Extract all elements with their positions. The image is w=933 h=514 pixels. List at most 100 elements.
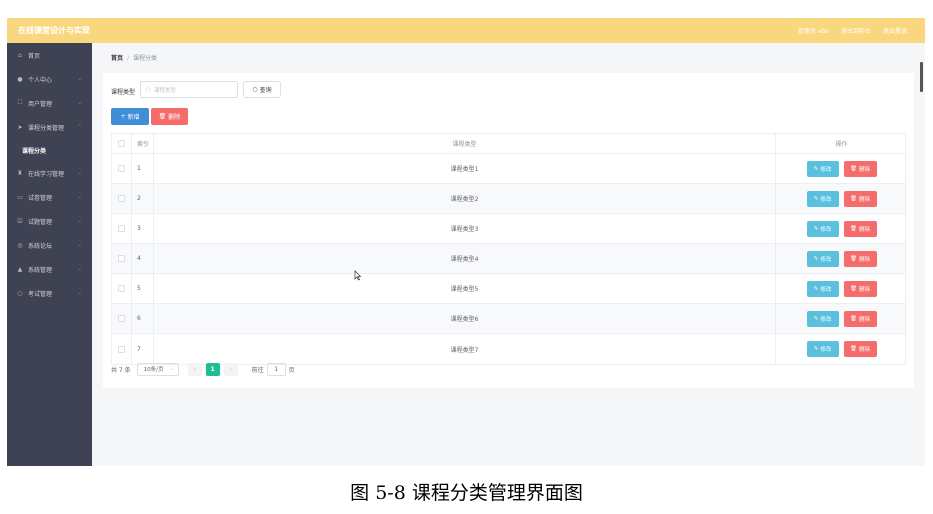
row-type: 课程类型7 [154,334,776,364]
user-icon: ● [17,75,23,83]
row-index: 4 [132,244,154,273]
mouse-cursor-icon [354,270,362,281]
breadcrumb-current: 课程分类 [133,55,158,62]
sidebar-item-papers[interactable]: ▭ 试卷管理 ⌄ [7,188,92,206]
trash-icon: 🗑 [850,346,857,352]
sidebar-item-profile[interactable]: ● 个人中心 ⌄ [7,70,92,88]
delete-button[interactable]: 🗑 删除 [843,160,877,177]
exit-system-link[interactable]: 退出到前台 [841,26,871,35]
current-user: 管理员 abo [797,28,829,35]
batch-delete-button[interactable]: 🗑 删除 [151,108,188,125]
edit-button[interactable]: ✎ 修改 [806,220,839,237]
forum-icon: ◎ [17,241,23,249]
add-button-label: 新增 [127,114,140,121]
edit-button[interactable]: ✎ 修改 [806,250,839,267]
sidebar-item-forum[interactable]: ◎ 系统论坛 ⌄ [7,236,92,254]
sidebar-item-online-learning[interactable]: ♜ 在线学习管理 ⌄ [7,164,92,182]
table-row: 7 课程类型7 ✎ 修改 🗑 删除 [112,334,905,364]
search-placeholder: 课程类型 [153,87,176,94]
search-input[interactable]: ○ 课程类型 [140,81,238,98]
edit-icon: ✎ [813,346,819,352]
row-checkbox[interactable] [118,315,125,322]
row-index: 6 [132,304,154,333]
row-checkbox[interactable] [118,255,125,262]
trash-icon: 🗑 [850,195,857,202]
row-index: 1 [132,154,154,183]
plus-icon: + [120,113,126,120]
edit-button[interactable]: ✎ 修改 [806,310,839,327]
table-row: 4 课程类型4 ✎ 修改 🗑 删除 [112,244,905,274]
search-icon: ○ [146,86,151,93]
row-index: 5 [132,274,154,303]
search-icon: ○ [252,86,258,93]
row-checkbox[interactable] [118,345,125,353]
delete-button[interactable]: 🗑 删除 [843,190,877,207]
row-index: 7 [132,334,154,364]
header-index: 索引 [132,134,154,153]
table-row: 2 课程类型2 ✎ 修改 🗑 删除 [112,184,905,214]
pagination: 共 7 条 10条/页 ⌄ ‹ 1 › 前往 1 页 [111,362,295,376]
chevron-up-icon: ⌃ [77,124,82,130]
sidebar-item-system[interactable]: ▲ 系统管理 ⌄ [7,260,92,278]
prev-page-button[interactable]: ‹ [187,362,202,376]
logout-link[interactable]: 退出登录 [883,26,907,35]
row-checkbox[interactable] [118,195,125,202]
app-title: 在线课堂设计与实现 [18,26,90,35]
edit-button[interactable]: ✎ 修改 [806,341,839,357]
edit-icon: ✎ [813,225,819,232]
header-type: 课程类型 [154,134,776,153]
row-checkbox[interactable] [118,225,125,232]
edit-icon: ✎ [813,315,819,322]
row-type: 课程类型5 [154,274,776,303]
row-checkbox[interactable] [118,285,125,292]
chevron-down-icon: ⌄ [77,218,82,224]
select-all-checkbox[interactable] [118,140,125,147]
main-content: 首页 / 课程分类 课程类型 ○ 课程类型 ○ 查询 + 新增 🗑 删除 索引 … [92,43,925,466]
edit-button[interactable]: ✎ 修改 [806,280,839,297]
trash-icon: 🗑 [850,315,857,322]
table-row: 5 课程类型5 ✎ 修改 🗑 删除 [112,274,905,304]
breadcrumb-separator: / [127,55,130,62]
send-icon: ➤ [17,123,23,131]
content-panel: 课程类型 ○ 课程类型 ○ 查询 + 新增 🗑 删除 索引 课程类型 操作 1 … [103,73,914,388]
scrollbar[interactable] [920,62,923,92]
edit-button[interactable]: ✎ 修改 [806,160,839,177]
delete-button[interactable]: 🗑 删除 [843,250,877,267]
sidebar-item-course-category-management[interactable]: ➤ 课程分类管理 ⌃ [7,118,92,136]
chevron-down-icon: ⌄ [77,100,82,106]
search-button[interactable]: ○ 查询 [243,81,281,98]
breadcrumb-home[interactable]: 首页 [111,55,123,62]
page-size-select[interactable]: 10条/页 ⌄ [136,362,179,376]
sidebar-item-course-category[interactable]: 课程分类 [7,141,92,159]
delete-button[interactable]: 🗑 删除 [843,220,877,237]
delete-button[interactable]: 🗑 删除 [843,310,877,327]
row-index: 3 [132,214,154,243]
sidebar-item-exams[interactable]: ○ 考试管理 ⌄ [7,284,92,302]
top-header: 在线课堂设计与实现 管理员 abo 退出到前台 退出登录 [7,18,925,43]
delete-button[interactable]: 🗑 删除 [843,280,877,297]
chat-icon: ▭ [17,193,23,201]
row-type: 课程类型4 [154,244,776,273]
exam-icon: ○ [17,289,23,297]
row-checkbox[interactable] [118,165,125,172]
sidebar-item-users[interactable]: ⛶ 用户管理 ⌄ [7,94,92,112]
chevron-down-icon: ⌄ [77,266,82,272]
chevron-down-icon: ⌄ [77,76,82,82]
edit-icon: ✎ [813,285,819,292]
edit-button[interactable]: ✎ 修改 [806,190,839,207]
next-page-button[interactable]: › [223,362,238,376]
sidebar-item-home[interactable]: ⌂ 首页 [7,46,92,64]
page-number-current[interactable]: 1 [205,362,220,376]
chevron-down-icon: ⌄ [77,170,82,176]
trash-icon: 🗑 [850,285,857,292]
admin-icon: ▲ [17,265,23,273]
search-label: 课程类型 [111,89,136,96]
app-window: 在线课堂设计与实现 管理员 abo 退出到前台 退出登录 ⌂ 首页 ● 个人中心… [7,18,925,466]
delete-button[interactable]: 🗑 删除 [843,341,877,357]
row-type: 课程类型3 [154,214,776,243]
add-button[interactable]: + 新增 [111,108,149,125]
row-type: 课程类型6 [154,304,776,333]
header-actions: 管理员 abo 退出到前台 退出登录 [798,26,907,35]
sidebar-item-questions[interactable]: ☑ 试题管理 ⌄ [7,212,92,230]
goto-page-input[interactable]: 1 [266,362,286,376]
